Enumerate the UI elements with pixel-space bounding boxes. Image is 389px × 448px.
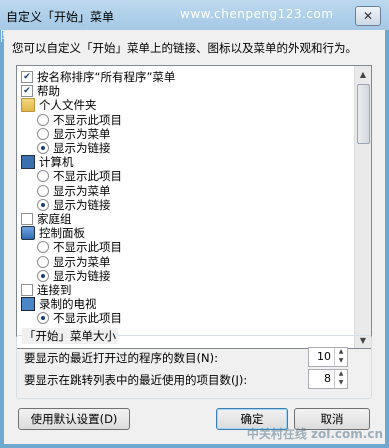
list-section-header: 录制的电视: [21, 297, 97, 312]
radio-button[interactable]: [37, 184, 49, 197]
watermark-url: www.chenpeng123.com: [180, 7, 334, 21]
list-item-label: 不显示此项目: [53, 311, 122, 326]
checkbox[interactable]: [21, 284, 33, 296]
spin-up-icon[interactable]: ▲: [335, 348, 347, 357]
checkbox[interactable]: [21, 213, 33, 225]
recent-programs-stepper[interactable]: 10 ▲ ▼: [308, 347, 348, 367]
checkbox[interactable]: ✔: [21, 71, 33, 83]
use-default-settings-button[interactable]: 使用默认设置(D): [18, 408, 130, 430]
list-item-radio[interactable]: 不显示此项目: [37, 311, 122, 325]
spin-down-icon[interactable]: ▼: [335, 357, 347, 366]
radio-button[interactable]: [37, 170, 49, 183]
checkbox[interactable]: ✔: [21, 85, 33, 98]
radio-button[interactable]: [37, 255, 49, 268]
close-icon: ✕: [362, 9, 374, 23]
jumplist-label: 要显示在跳转列表中的最近使用的项目数(J):: [24, 373, 248, 387]
radio-button[interactable]: [37, 269, 49, 282]
list-item-radio[interactable]: 显示为链接: [37, 269, 111, 283]
scroll-up-icon[interactable]: ▲: [355, 66, 371, 82]
list-item-radio[interactable]: 不显示此项目: [37, 169, 122, 183]
list-item-checkbox[interactable]: ✔ 帮助: [21, 84, 60, 98]
start-menu-size-group: [16, 335, 372, 399]
corner-logo: 中关村在线 zol.com.cn: [246, 427, 383, 441]
list-scrollbar[interactable]: ▲ ▼: [354, 66, 371, 348]
list-item-radio[interactable]: 显示为菜单: [37, 127, 111, 141]
spin-down-icon[interactable]: ▼: [335, 379, 347, 388]
list-item-checkbox[interactable]: 连接到: [21, 283, 72, 297]
list-item-radio[interactable]: 显示为菜单: [37, 184, 111, 198]
start-menu-options-list[interactable]: ✔ 按名称排序“所有程序”菜单 ✔ 帮助 个人文件夹 不显示此项目 显示为菜单 显示为链接 计算…: [16, 65, 372, 349]
jumplist-stepper[interactable]: 8 ▲ ▼: [308, 369, 348, 389]
radio-button[interactable]: [37, 127, 49, 140]
radio-button[interactable]: [37, 241, 49, 254]
list-section-header: 控制面板: [21, 226, 85, 241]
computer-icon: [21, 155, 35, 170]
control-panel-icon: [21, 226, 35, 241]
window-title: 自定义「开始」菜单: [6, 10, 115, 24]
description-text: 您可以自定义「开始」菜单上的链接、图标以及菜单的外观和行为。: [12, 41, 357, 55]
list-section-header: 计算机: [21, 155, 74, 170]
dialog-client: 您可以自定义「开始」菜单上的链接、图标以及菜单的外观和行为。 ✔ 按名称排序“所有…: [4, 30, 385, 444]
radio-button[interactable]: [37, 113, 49, 126]
folder-icon: [21, 98, 35, 113]
scroll-thumb[interactable]: [357, 84, 370, 144]
radio-button[interactable]: [37, 142, 49, 154]
close-button[interactable]: ✕: [355, 6, 381, 26]
list-item-radio[interactable]: 不显示此项目: [37, 113, 122, 127]
list-section-header: 个人文件夹: [21, 98, 97, 113]
spin-up-icon[interactable]: ▲: [335, 370, 347, 379]
list-item-radio[interactable]: 显示为链接: [37, 141, 111, 155]
radio-button[interactable]: [37, 198, 49, 211]
group-title: 「开始」菜单大小: [22, 328, 118, 344]
tv-icon: [21, 297, 35, 312]
list-item-checkbox[interactable]: 家庭组: [21, 212, 72, 226]
list-item-radio[interactable]: 显示为菜单: [37, 255, 111, 269]
recent-programs-value[interactable]: 10: [309, 348, 334, 366]
recent-programs-label: 要显示的最近打开过的程序的数目(N):: [24, 351, 218, 365]
radio-button[interactable]: [37, 312, 49, 325]
list-item-radio[interactable]: 显示为链接: [37, 198, 111, 212]
jumplist-value[interactable]: 8: [309, 370, 334, 388]
list-item-checkbox[interactable]: ✔ 按名称排序“所有程序”菜单: [21, 70, 175, 84]
list-item-radio[interactable]: 不显示此项目: [37, 240, 122, 254]
